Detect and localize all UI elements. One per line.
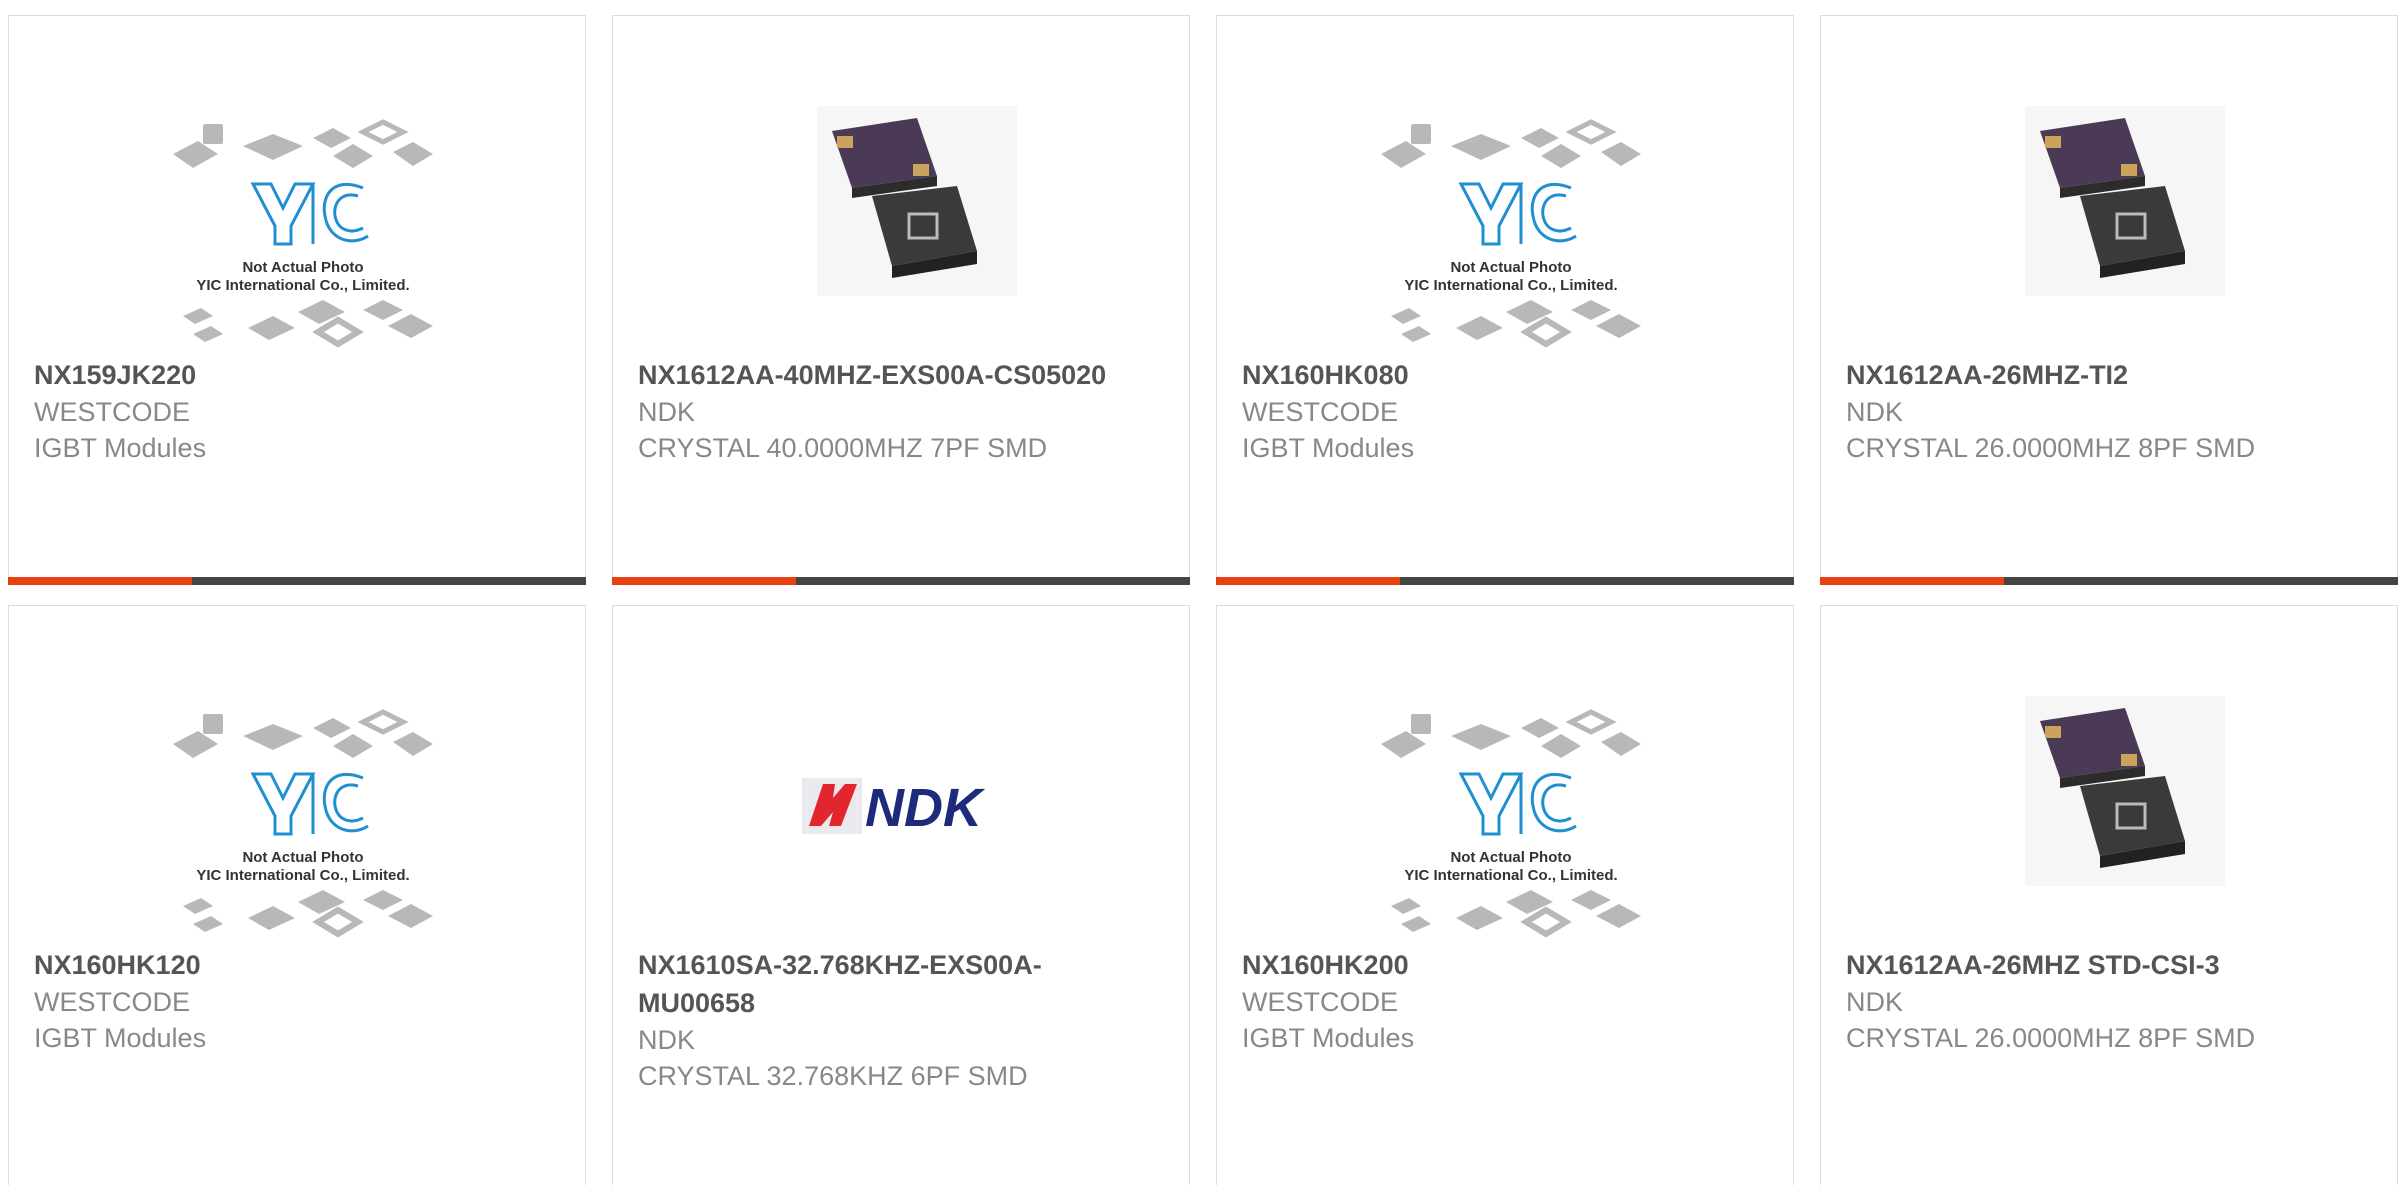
- part-number[interactable]: NX1610SA-32.768KHZ-EXS00A-MU00658: [638, 946, 1158, 1022]
- description: IGBT Modules: [34, 433, 207, 463]
- product-card[interactable]: NDK NX1610SA-32.768KHZ-EXS00A-MU00658 ND…: [612, 605, 1190, 1185]
- manufacturer: NDK: [1846, 987, 1904, 1017]
- product-grid: Not Actual Photo YIC International Co., …: [0, 0, 2400, 1185]
- ndk-logo-text: NDK: [865, 778, 986, 838]
- description: IGBT Modules: [1242, 433, 1415, 463]
- description: CRYSTAL 32.768KHZ 6PF SMD: [638, 1061, 1028, 1091]
- part-number[interactable]: NX160HK080: [1242, 356, 1762, 394]
- product-image: [637, 76, 1167, 366]
- placeholder-line1: Not Actual Photo: [242, 849, 363, 866]
- manufacturer: NDK: [638, 397, 696, 427]
- card-bottom-bar: [1820, 577, 2398, 585]
- product-card[interactable]: Not Actual Photo YIC International Co., …: [1216, 605, 1794, 1185]
- placeholder-line1: Not Actual Photo: [1450, 259, 1571, 276]
- description: IGBT Modules: [34, 1023, 207, 1053]
- manufacturer: NDK: [638, 1025, 696, 1055]
- product-image: Not Actual Photo YIC International Co., …: [33, 76, 563, 366]
- description: CRYSTAL 40.0000MHZ 7PF SMD: [638, 433, 1048, 463]
- placeholder-line2: YIC International Co., Limited.: [196, 867, 409, 884]
- manufacturer: WESTCODE: [1242, 397, 1399, 427]
- placeholder-line2: YIC International Co., Limited.: [1404, 277, 1617, 294]
- card-bottom-bar: [1216, 577, 1794, 585]
- product-card[interactable]: Not Actual Photo YIC International Co., …: [8, 15, 586, 585]
- ndk-logo-icon: NDK: [802, 778, 986, 838]
- description: CRYSTAL 26.0000MHZ 8PF SMD: [1846, 1023, 2256, 1053]
- part-number[interactable]: NX160HK200: [1242, 946, 1762, 984]
- part-number[interactable]: NX160HK120: [34, 946, 554, 984]
- product-card[interactable]: Not Actual Photo YIC International Co., …: [1216, 15, 1794, 585]
- manufacturer: WESTCODE: [34, 397, 191, 427]
- description: IGBT Modules: [1242, 1023, 1415, 1053]
- manufacturer: NDK: [1846, 397, 1904, 427]
- card-accent-bar: [1820, 577, 2004, 585]
- product-image: [1845, 666, 2375, 956]
- card-accent-bar: [8, 577, 192, 585]
- part-number[interactable]: NX1612AA-26MHZ-TI2: [1846, 356, 2366, 394]
- manufacturer: WESTCODE: [1242, 987, 1399, 1017]
- placeholder-line1: Not Actual Photo: [1450, 849, 1571, 866]
- part-number[interactable]: NX159JK220: [34, 356, 554, 394]
- product-card[interactable]: NX1612AA-40MHZ-EXS00A-CS05020 NDK CRYSTA…: [612, 15, 1190, 585]
- product-card[interactable]: NX1612AA-26MHZ STD-CSI-3 NDK CRYSTAL 26.…: [1820, 605, 2398, 1185]
- manufacturer: WESTCODE: [34, 987, 191, 1017]
- description: CRYSTAL 26.0000MHZ 8PF SMD: [1846, 433, 2256, 463]
- product-image: Not Actual Photo YIC International Co., …: [1241, 666, 1771, 956]
- card-bottom-bar: [612, 577, 1190, 585]
- product-card[interactable]: Not Actual Photo YIC International Co., …: [8, 605, 586, 1185]
- product-image: NDK: [637, 666, 1167, 956]
- product-image: Not Actual Photo YIC International Co., …: [33, 666, 563, 956]
- placeholder-line2: YIC International Co., Limited.: [1404, 867, 1617, 884]
- card-bottom-bar: [8, 577, 586, 585]
- part-number[interactable]: NX1612AA-26MHZ STD-CSI-3: [1846, 946, 2366, 984]
- card-accent-bar: [612, 577, 796, 585]
- placeholder-line2: YIC International Co., Limited.: [196, 277, 409, 294]
- card-accent-bar: [1216, 577, 1400, 585]
- part-number[interactable]: NX1612AA-40MHZ-EXS00A-CS05020: [638, 356, 1158, 394]
- product-card[interactable]: NX1612AA-26MHZ-TI2 NDK CRYSTAL 26.0000MH…: [1820, 15, 2398, 585]
- placeholder-line1: Not Actual Photo: [242, 259, 363, 276]
- product-image: [1845, 76, 2375, 366]
- product-image: Not Actual Photo YIC International Co., …: [1241, 76, 1771, 366]
